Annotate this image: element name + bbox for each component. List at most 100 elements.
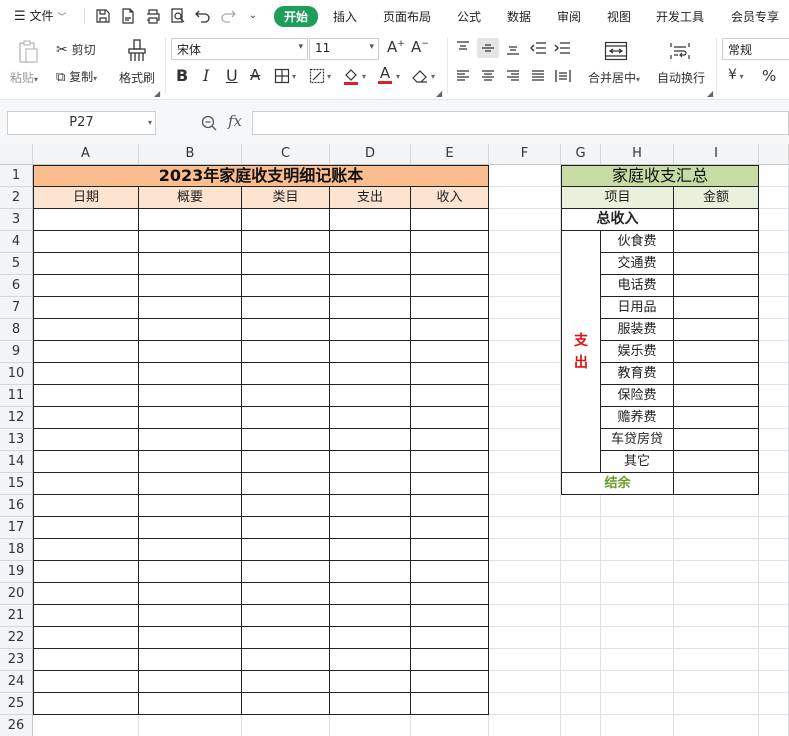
- grid-cell[interactable]: [759, 561, 789, 583]
- row-header-6[interactable]: 6: [0, 275, 33, 297]
- expense-item[interactable]: 伙食费: [601, 231, 674, 253]
- ledger-cell[interactable]: [411, 253, 489, 275]
- ledger-cell[interactable]: [33, 363, 139, 385]
- ledger-cell[interactable]: [411, 297, 489, 319]
- caret-down-icon[interactable]: ▾: [396, 72, 400, 81]
- row-header-13[interactable]: 13: [0, 429, 33, 451]
- grid-cell[interactable]: [489, 627, 561, 649]
- ledger-cell[interactable]: [33, 495, 139, 517]
- grid-cell[interactable]: [489, 473, 561, 495]
- redo-icon[interactable]: [219, 7, 237, 25]
- expense-amount[interactable]: [674, 231, 759, 253]
- grid-cell[interactable]: [561, 693, 601, 715]
- row-header-21[interactable]: 21: [0, 605, 33, 627]
- ledger-cell[interactable]: [330, 561, 411, 583]
- ledger-header-cell[interactable]: 日期: [33, 187, 139, 209]
- grid-cell[interactable]: [759, 209, 789, 231]
- grid-cell[interactable]: [489, 209, 561, 231]
- expense-label[interactable]: 支 出: [561, 231, 601, 473]
- ledger-cell[interactable]: [33, 473, 139, 495]
- distributed-icon[interactable]: [554, 68, 572, 84]
- grid-cell[interactable]: [759, 297, 789, 319]
- row-header-14[interactable]: 14: [0, 451, 33, 473]
- ledger-cell[interactable]: [33, 319, 139, 341]
- ledger-cell[interactable]: [330, 473, 411, 495]
- expense-item[interactable]: 教育费: [601, 363, 674, 385]
- ledger-cell[interactable]: [242, 407, 330, 429]
- row-header-8[interactable]: 8: [0, 319, 33, 341]
- row-header-17[interactable]: 17: [0, 517, 33, 539]
- ledger-cell[interactable]: [33, 429, 139, 451]
- row-header-11[interactable]: 11: [0, 385, 33, 407]
- column-header-e[interactable]: E: [411, 144, 489, 165]
- fill-pattern-icon[interactable]: [309, 68, 325, 84]
- grid-cell[interactable]: [489, 363, 561, 385]
- ledger-cell[interactable]: [33, 693, 139, 715]
- copy-button[interactable]: ⧉ 复制▾: [56, 68, 97, 85]
- column-header-b[interactable]: B: [139, 144, 242, 165]
- ledger-cell[interactable]: [411, 407, 489, 429]
- row-header-19[interactable]: 19: [0, 561, 33, 583]
- ledger-cell[interactable]: [330, 429, 411, 451]
- ledger-cell[interactable]: [33, 517, 139, 539]
- grid-cell[interactable]: [674, 649, 759, 671]
- ledger-cell[interactable]: [330, 231, 411, 253]
- align-middle-icon[interactable]: [477, 38, 499, 58]
- ledger-cell[interactable]: [411, 231, 489, 253]
- ledger-cell[interactable]: [33, 539, 139, 561]
- currency-button[interactable]: ¥ ▾: [728, 67, 743, 83]
- grid-cell[interactable]: [601, 539, 674, 561]
- expense-item[interactable]: 交通费: [601, 253, 674, 275]
- ledger-cell[interactable]: [139, 583, 242, 605]
- row-header-18[interactable]: 18: [0, 539, 33, 561]
- ledger-cell[interactable]: [330, 209, 411, 231]
- grid-cell[interactable]: [489, 231, 561, 253]
- row-header-25[interactable]: 25: [0, 693, 33, 715]
- row-header-3[interactable]: 3: [0, 209, 33, 231]
- grid-cell[interactable]: [561, 715, 601, 736]
- format-painter-label[interactable]: 格式刷: [119, 69, 155, 86]
- caret-down-icon[interactable]: ▾: [362, 72, 366, 81]
- strikethrough-icon[interactable]: A: [250, 66, 260, 84]
- grid-cell[interactable]: [759, 539, 789, 561]
- ledger-cell[interactable]: [139, 495, 242, 517]
- ledger-cell[interactable]: [330, 319, 411, 341]
- expense-item[interactable]: 日用品: [601, 297, 674, 319]
- grid-cell[interactable]: [759, 715, 789, 736]
- grid-cell[interactable]: [674, 495, 759, 517]
- grid-cell[interactable]: [674, 517, 759, 539]
- ledger-cell[interactable]: [139, 253, 242, 275]
- expense-amount[interactable]: [674, 297, 759, 319]
- ledger-cell[interactable]: [242, 473, 330, 495]
- ledger-cell[interactable]: [139, 671, 242, 693]
- ledger-cell[interactable]: [330, 583, 411, 605]
- row-header-22[interactable]: 22: [0, 627, 33, 649]
- ledger-cell[interactable]: [330, 385, 411, 407]
- summary-title[interactable]: 家庭收支汇总: [561, 165, 759, 187]
- column-header-f[interactable]: F: [489, 144, 561, 165]
- ledger-cell[interactable]: [33, 253, 139, 275]
- ledger-cell[interactable]: [139, 319, 242, 341]
- grid-cell[interactable]: [489, 495, 561, 517]
- ledger-cell[interactable]: [33, 583, 139, 605]
- merge-center-icon[interactable]: [604, 40, 628, 62]
- grid-cell[interactable]: [242, 715, 330, 736]
- align-center-icon[interactable]: [480, 68, 496, 84]
- ledger-cell[interactable]: [411, 385, 489, 407]
- ledger-cell[interactable]: [411, 209, 489, 231]
- ledger-cell[interactable]: [139, 297, 242, 319]
- ledger-cell[interactable]: [242, 209, 330, 231]
- summary-header-item[interactable]: 项目: [561, 187, 674, 209]
- grid-cell[interactable]: [330, 715, 411, 736]
- grid-cell[interactable]: [489, 385, 561, 407]
- group-launcher-icon[interactable]: ◢: [436, 89, 442, 98]
- ledger-cell[interactable]: [139, 473, 242, 495]
- justify-icon[interactable]: [530, 68, 546, 84]
- ledger-header-cell[interactable]: 支出: [330, 187, 411, 209]
- ledger-cell[interactable]: [330, 605, 411, 627]
- font-name-select[interactable]: 宋体 ▾: [171, 38, 308, 60]
- grid-cell[interactable]: [759, 517, 789, 539]
- row-header-15[interactable]: 15: [0, 473, 33, 495]
- grid-cell[interactable]: [759, 627, 789, 649]
- grid-cell[interactable]: [601, 693, 674, 715]
